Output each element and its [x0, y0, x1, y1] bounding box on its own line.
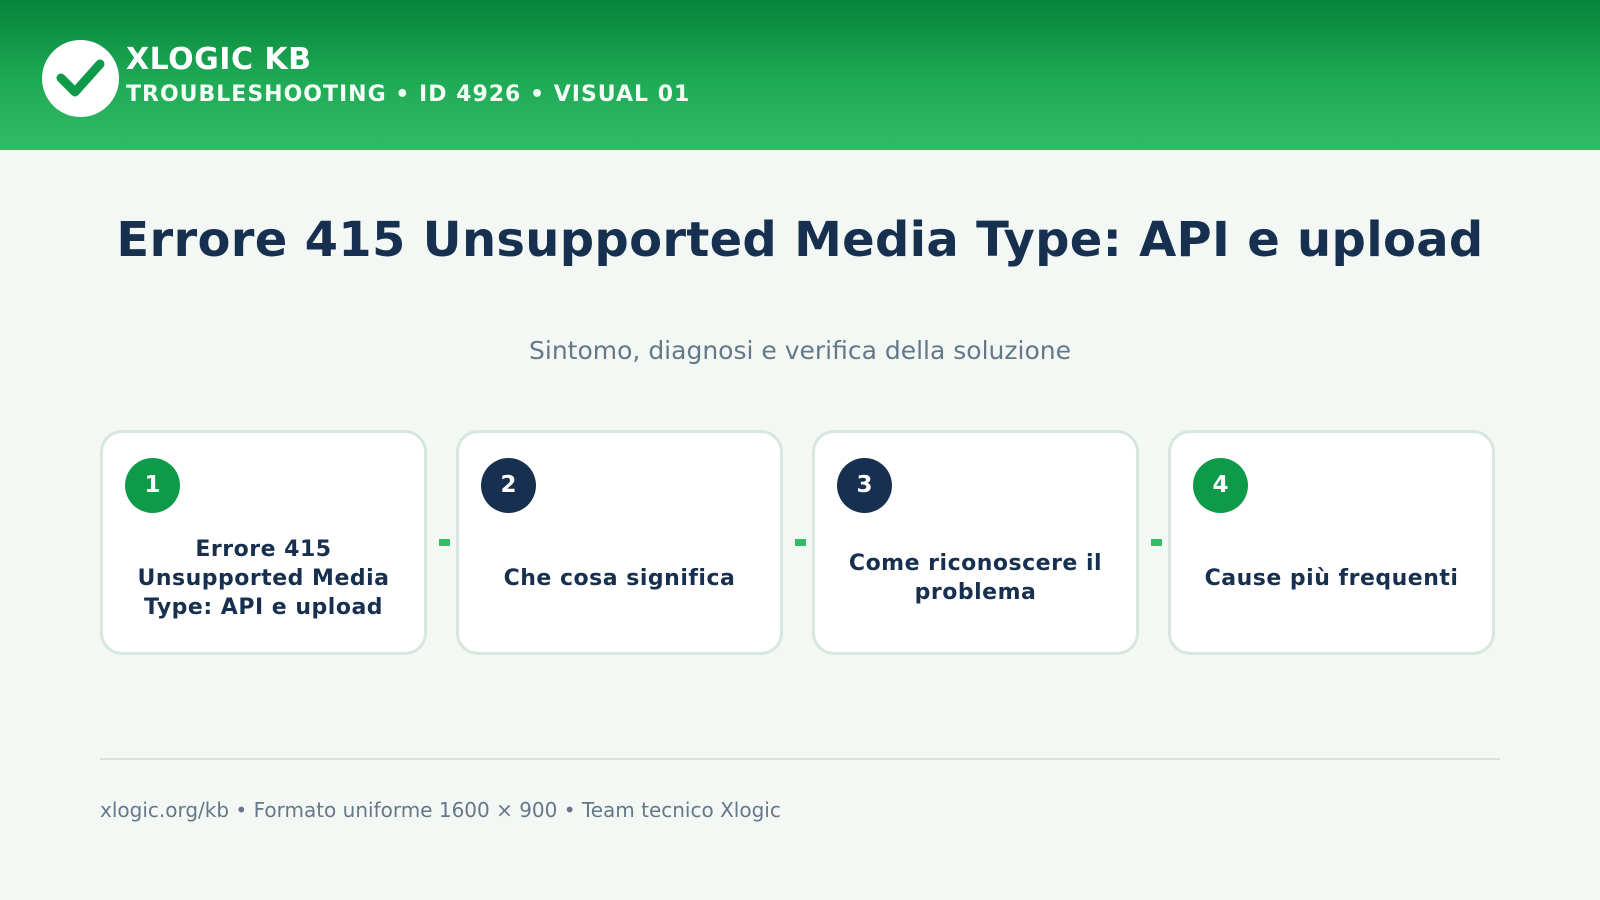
step-card-3: 3 Come riconoscere il problema [812, 430, 1139, 655]
step-number-badge: 4 [1193, 458, 1248, 513]
step-connector [1151, 539, 1162, 546]
step-label: Come riconoscere il problema [848, 551, 1103, 605]
step-card-4: 4 Cause più frequenti [1168, 430, 1495, 655]
check-icon [56, 59, 105, 97]
steps-diagram: 1 Errore 415 Unsupported Media Type: API… [100, 430, 1500, 660]
step-number-badge: 1 [125, 458, 180, 513]
step-number-badge: 2 [481, 458, 536, 513]
step-number-badge: 3 [837, 458, 892, 513]
brand-subtitle: TROUBLESHOOTING • ID 4926 • VISUAL 01 [126, 82, 691, 107]
step-card-1: 1 Errore 415 Unsupported Media Type: API… [100, 430, 427, 655]
step-label: Cause più frequenti [1204, 565, 1459, 591]
step-card-2: 2 Che cosa significa [456, 430, 783, 655]
header-banner: XLOGIC KB TROUBLESHOOTING • ID 4926 • VI… [0, 0, 1600, 150]
step-connector [795, 539, 806, 546]
step-label: Che cosa significa [503, 565, 736, 591]
page-title: Errore 415 Unsupported Media Type: API e… [116, 212, 1484, 268]
footer-text: xlogic.org/kb • Formato uniforme 1600 × … [100, 798, 781, 822]
step-label: Errore 415 Unsupported Media Type: API e… [137, 536, 390, 620]
logo-badge [42, 40, 119, 117]
footer-divider [100, 758, 1500, 760]
brand-name: XLOGIC KB [126, 42, 312, 77]
step-connector [439, 539, 450, 546]
page-subtitle: Sintomo, diagnosi e verifica della soluz… [529, 336, 1071, 365]
